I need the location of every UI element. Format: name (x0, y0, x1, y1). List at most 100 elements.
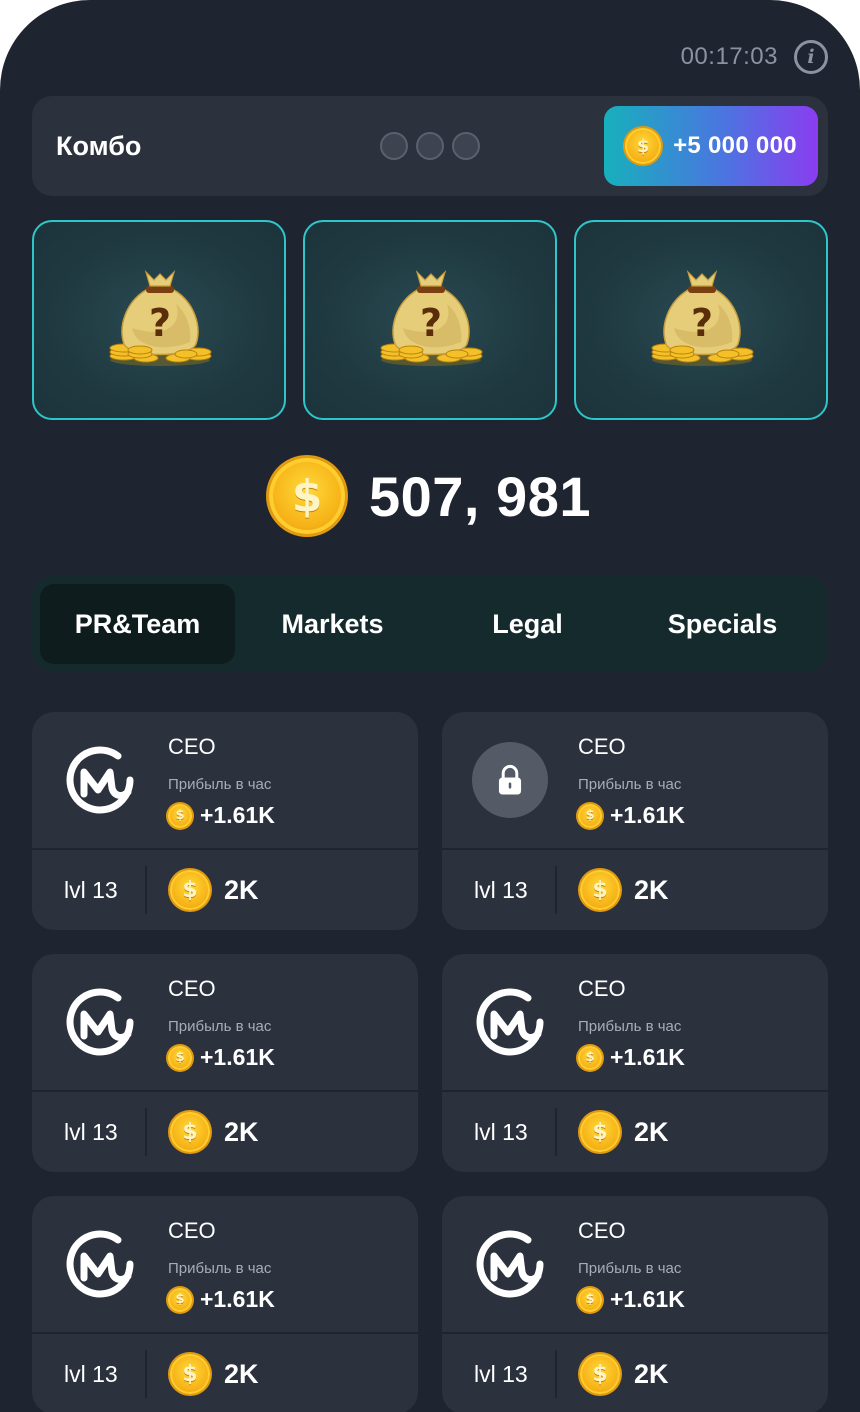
balance-value: 507, 981 (369, 464, 591, 528)
card-price-value: 2K (224, 1358, 259, 1389)
combo-dot (452, 132, 480, 160)
card-profit: $ +1.61K (578, 802, 685, 829)
coin-icon: $ (269, 458, 345, 534)
coinmarketcap-logo-icon (472, 1226, 548, 1302)
combo-reward-amount: +5 000 000 (673, 132, 797, 159)
card-profit-label: Прибыль в час (578, 776, 682, 793)
coin-icon: $ (168, 1045, 192, 1070)
info-icon[interactable]: i (794, 40, 828, 74)
card-profit-label: Прибыль в час (578, 1260, 682, 1277)
coin-icon: $ (170, 1112, 210, 1152)
card-footer: lvl 13 $ 2K (32, 1334, 418, 1412)
card-profit-value: +1.61K (610, 1044, 685, 1070)
card-separator (145, 1350, 147, 1398)
card-title: CEO (168, 734, 216, 759)
upgrade-card[interactable]: CEO Прибыль в час $ +1.61K lvl 13 $ 2K (32, 954, 418, 1172)
card-info: CEO Прибыль в час $ +1.61K (32, 1196, 418, 1332)
money-bag-question-icon: ? (377, 268, 485, 368)
coin-icon: $ (170, 1354, 210, 1394)
card-level: lvl 13 (64, 1119, 118, 1145)
card-footer: lvl 13 $ 2K (32, 850, 418, 930)
svg-text:?: ? (149, 301, 171, 345)
coin-icon: $ (580, 1354, 620, 1394)
combo-cards-row: ? ? ? (32, 220, 828, 420)
card-separator (555, 1350, 557, 1398)
coinmarketcap-logo-icon (62, 984, 138, 1060)
card-profit-label: Прибыль в час (168, 776, 272, 793)
card-price-value: 2K (634, 1116, 669, 1147)
card-profit-label: Прибыль в час (578, 1018, 682, 1035)
card-footer: lvl 13 $ 2K (442, 850, 828, 930)
balance-display: $ 507, 981 (0, 458, 860, 534)
coin-icon: $ (578, 1045, 602, 1070)
card-footer: lvl 13 $ 2K (442, 1092, 828, 1172)
tab-legal[interactable]: Legal (430, 584, 625, 664)
svg-text:?: ? (691, 301, 713, 345)
card-level: lvl 13 (64, 1361, 118, 1387)
card-profit: $ +1.61K (578, 1286, 685, 1313)
card-info: CEO Прибыль в час $ +1.61K (32, 954, 418, 1090)
money-bag-question-icon: ? (106, 268, 214, 368)
card-profit-value: +1.61K (610, 802, 685, 828)
upgrade-card[interactable]: CEO Прибыль в час $ +1.61K lvl 13 $ 2K (442, 712, 828, 930)
card-info: CEO Прибыль в час $ +1.61K (442, 1196, 828, 1332)
upgrade-card[interactable]: CEO Прибыль в час $ +1.61K lvl 13 $ 2K (442, 954, 828, 1172)
card-separator (555, 866, 557, 914)
card-price-value: 2K (634, 874, 669, 905)
coinmarketcap-logo-icon (62, 742, 138, 818)
coin-icon: $ (170, 870, 210, 910)
card-profit-label: Прибыль в час (168, 1018, 272, 1035)
combo-card-slot-3[interactable]: ? (574, 220, 828, 420)
svg-text:?: ? (420, 301, 442, 345)
card-price-value: 2K (634, 1358, 669, 1389)
card-profit-value: +1.61K (200, 1286, 275, 1312)
upgrade-card[interactable]: CEO Прибыль в час $ +1.61K lvl 13 $ 2K (442, 1196, 828, 1412)
card-title: CEO (168, 976, 216, 1001)
card-level: lvl 13 (64, 877, 118, 903)
card-profit: $ +1.61K (168, 1044, 275, 1071)
coin-icon: $ (168, 1287, 192, 1312)
coin-icon: $ (580, 1112, 620, 1152)
card-price-value: 2K (224, 874, 259, 905)
tab-pr-team[interactable]: PR&Team (40, 584, 235, 664)
combo-card-slot-2[interactable]: ? (303, 220, 557, 420)
upgrade-card[interactable]: CEO Прибыль в час $ +1.61K lvl 13 $ 2K (32, 1196, 418, 1412)
card-price: $ 2K (170, 870, 259, 910)
money-bag-question-icon: ? (648, 268, 756, 368)
card-price-value: 2K (224, 1116, 259, 1147)
card-title: CEO (578, 976, 626, 1001)
tab-specials[interactable]: Specials (625, 584, 820, 664)
card-price: $ 2K (580, 1112, 669, 1152)
card-level: lvl 13 (474, 1119, 528, 1145)
card-profit: $ +1.61K (578, 1044, 685, 1071)
card-footer: lvl 13 $ 2K (442, 1334, 828, 1412)
card-title: CEO (578, 1218, 626, 1243)
combo-dot (416, 132, 444, 160)
card-profit-value: +1.61K (610, 1286, 685, 1312)
card-price: $ 2K (170, 1112, 259, 1152)
combo-dot (380, 132, 408, 160)
card-profit-value: +1.61K (200, 1044, 275, 1070)
category-tabs: PR&Team Markets Legal Specials (32, 576, 828, 672)
card-price: $ 2K (580, 1354, 669, 1394)
combo-reward-button[interactable]: $ +5 000 000 (604, 106, 818, 186)
card-separator (555, 1108, 557, 1156)
combo-title: Комбо (56, 131, 142, 161)
card-price: $ 2K (580, 870, 669, 910)
card-profit-value: +1.61K (200, 802, 275, 828)
card-title: CEO (168, 1218, 216, 1243)
card-info: CEO Прибыль в час $ +1.61K (32, 712, 418, 848)
card-profit: $ +1.61K (168, 802, 275, 829)
coin-icon: $ (578, 1287, 602, 1312)
combo-progress-dots (380, 132, 480, 160)
card-profit-label: Прибыль в час (168, 1260, 272, 1277)
card-profit: $ +1.61K (168, 1286, 275, 1313)
card-level: lvl 13 (474, 1361, 528, 1387)
daily-combo-bar: Комбо $ +5 000 000 (32, 96, 828, 196)
upgrade-card[interactable]: CEO Прибыль в час $ +1.61K lvl 13 $ 2K (32, 712, 418, 930)
phone-screen: 00:17:03 i Комбо $ +5 000 000 ? ? ? $ 50… (0, 0, 860, 1412)
tab-markets[interactable]: Markets (235, 584, 430, 664)
combo-card-slot-1[interactable]: ? (32, 220, 286, 420)
card-price: $ 2K (170, 1354, 259, 1394)
combo-timer: 00:17:03 (680, 43, 778, 70)
